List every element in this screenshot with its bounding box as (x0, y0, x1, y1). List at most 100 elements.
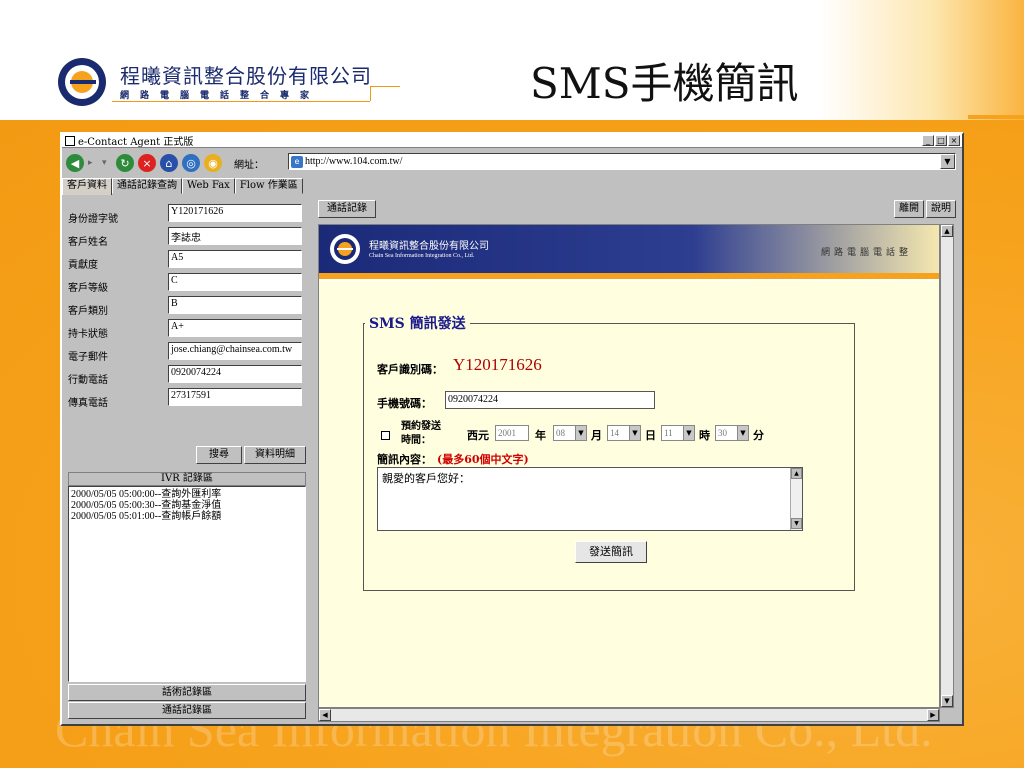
list-item[interactable]: 2000/05/05 05:00:30--查詢基金淨值 (71, 500, 303, 511)
banner-tagline: 網路電腦電話整 (821, 248, 913, 258)
address-label: 網址： (234, 159, 264, 171)
scroll-right-icon[interactable]: ▶ (927, 709, 939, 721)
search-button[interactable]: 搜尋 (196, 446, 242, 464)
hour-select[interactable]: 11 (661, 425, 685, 441)
header-divider (112, 101, 370, 102)
schedule-checkbox[interactable] (381, 431, 390, 440)
call-log-button[interactable]: 通話記錄 (318, 200, 376, 218)
hour-unit: 時 (699, 429, 710, 442)
ie-page-icon: e (291, 155, 303, 168)
field-row-card-status: 持卡狀態 A+ (68, 319, 306, 340)
browser-toolbar: ◀ ▸ ▾ ↻ × ⌂ ◎ ◉ 網址： e http://www.104.com… (62, 150, 962, 176)
search-icon[interactable]: ◎ (182, 154, 200, 172)
minute-select[interactable]: 30 (715, 425, 739, 441)
customer-name-field[interactable]: 李誌忠 (168, 227, 302, 245)
card-status-field[interactable]: A+ (168, 319, 302, 337)
tab-customer-data[interactable]: 客戶資料 (62, 178, 112, 195)
ivr-log-list: 2000/05/05 05:00:00--查詢外匯利率 2000/05/05 0… (68, 486, 306, 682)
client-id-label: 客戶識別碼： (377, 363, 443, 376)
content-limit-note: (最多60個中文字) (437, 453, 529, 466)
vertical-scrollbar[interactable]: ▲ ▼ (940, 224, 954, 708)
month-select[interactable]: 08 (553, 425, 577, 441)
tab-call-history[interactable]: 通話記錄查詢 (112, 178, 182, 194)
email-field[interactable]: jose.chiang@chainsea.com.tw (168, 342, 302, 360)
field-row-email: 電子郵件 jose.chiang@chainsea.com.tw (68, 342, 306, 363)
horizontal-scrollbar[interactable]: ◀ ▶ (318, 708, 940, 722)
field-label: 電子郵件 (68, 352, 108, 363)
scroll-up-icon[interactable]: ▲ (791, 468, 802, 479)
scroll-left-icon[interactable]: ◀ (319, 709, 331, 721)
chevron-down-icon[interactable]: ▼ (575, 425, 587, 441)
banner-stripe (319, 273, 939, 279)
close-button[interactable]: × (948, 135, 960, 146)
address-dropdown-icon[interactable]: ▼ (940, 154, 955, 169)
field-row-mobile: 行動電話 0920074224 (68, 365, 306, 386)
history-icon[interactable]: ◉ (204, 154, 222, 172)
list-item[interactable]: 2000/05/05 05:00:00--查詢外匯利率 (71, 489, 303, 500)
maximize-button[interactable]: □ (935, 135, 947, 146)
title-bar[interactable]: e-Contact Agent 正式版 _ □ × (62, 134, 962, 148)
field-row-level: 客戶等級 C (68, 273, 306, 294)
data-detail-button[interactable]: 資料明細 (244, 446, 306, 464)
year-input[interactable]: 2001 (495, 425, 529, 441)
scroll-down-icon[interactable]: ▼ (791, 518, 802, 529)
contribution-field[interactable]: A5 (168, 250, 302, 268)
field-label: 客戶姓名 (68, 237, 108, 248)
chevron-down-icon[interactable]: ▼ (737, 425, 749, 441)
minute-unit: 分 (753, 429, 764, 442)
stop-icon[interactable]: × (138, 154, 156, 172)
script-log-area-button[interactable]: 話術記錄區 (68, 684, 306, 701)
company-logo-icon (58, 58, 106, 106)
app-window: e-Contact Agent 正式版 _ □ × ◀ ▸ ▾ ↻ × ⌂ ◎ … (60, 132, 964, 726)
field-row-id: 身份證字號 Y120171626 (68, 204, 306, 225)
page-banner: 程曦資訊整合股份有限公司 Chain Sea Information Integ… (319, 225, 939, 281)
slide-header-fade (820, 0, 1024, 120)
customer-panel: 身份證字號 Y120171626 客戶姓名 李誌忠 貢獻度 A5 客戶等級 C … (64, 196, 308, 724)
window-title: e-Contact Agent 正式版 (78, 137, 194, 148)
era-label: 西元 (467, 429, 489, 442)
textarea-scrollbar[interactable]: ▲ ▼ (790, 468, 802, 530)
chevron-down-icon[interactable]: ▼ (629, 425, 641, 441)
tab-web-fax[interactable]: Web Fax (182, 178, 235, 194)
scroll-down-icon[interactable]: ▼ (941, 695, 953, 707)
customer-level-field[interactable]: C (168, 273, 302, 291)
customer-category-field[interactable]: B (168, 296, 302, 314)
tab-flow-work[interactable]: Flow 作業區 (234, 178, 303, 194)
window-icon (65, 135, 75, 146)
field-row-contribution: 貢獻度 A5 (68, 250, 306, 271)
window-controls: _ □ × (922, 135, 960, 146)
message-text: 親愛的客戶您好： (382, 472, 470, 485)
content-label: 簡訊內容： (377, 453, 432, 466)
phone-number-input[interactable]: 0920074224 (445, 391, 655, 409)
minimize-button[interactable]: _ (922, 135, 934, 146)
header-divider (370, 86, 400, 87)
leave-button[interactable]: 離開 (894, 200, 924, 218)
dropdown-arrow-icon[interactable]: ▾ (102, 158, 112, 168)
header-divider (370, 86, 371, 101)
main-toolbar: 通話記錄 離開 說明 (312, 196, 958, 220)
refresh-icon[interactable]: ↻ (116, 154, 134, 172)
mobile-phone-field[interactable]: 0920074224 (168, 365, 302, 383)
id-number-field[interactable]: Y120171626 (168, 204, 302, 222)
day-select[interactable]: 14 (607, 425, 631, 441)
chevron-down-icon[interactable]: ▼ (683, 425, 695, 441)
call-log-area-button[interactable]: 通話記錄區 (68, 702, 306, 719)
help-button[interactable]: 說明 (926, 200, 956, 218)
send-sms-button[interactable]: 發送簡訊 (575, 541, 647, 563)
message-textarea[interactable]: 親愛的客戶您好： ▲ ▼ (377, 467, 803, 531)
back-arrow-icon[interactable]: ◀ (66, 154, 84, 172)
list-item[interactable]: 2000/05/05 05:01:00--查詢帳戶餘額 (71, 511, 303, 522)
field-row-category: 客戶類別 B (68, 296, 306, 317)
company-name: 程曦資訊整合股份有限公司 (120, 64, 372, 88)
company-logo-icon (330, 234, 360, 264)
forward-arrow-icon[interactable]: ▸ (88, 158, 98, 168)
schedule-label: 時間： (401, 435, 431, 446)
web-content: 程曦資訊整合股份有限公司 Chain Sea Information Integ… (318, 224, 940, 708)
address-bar[interactable]: e http://www.104.com.tw/ ▼ (288, 153, 956, 170)
schedule-label: 預約發送 (401, 421, 441, 432)
scroll-up-icon[interactable]: ▲ (941, 225, 953, 237)
field-row-name: 客戶姓名 李誌忠 (68, 227, 306, 248)
fax-phone-field[interactable]: 27317591 (168, 388, 302, 406)
company-tagline: 網路電腦電話整合專家 (120, 91, 321, 101)
home-icon[interactable]: ⌂ (160, 154, 178, 172)
